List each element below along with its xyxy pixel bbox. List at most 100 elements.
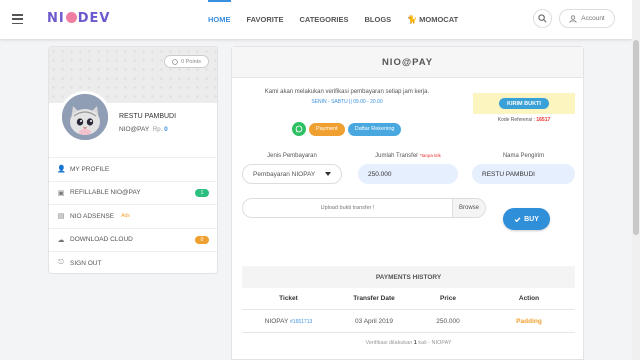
nav-label: HOME [208, 15, 231, 24]
menu-label: REFILLABLE NIO@PAY [70, 189, 141, 197]
jumlah-label: Jumlah Transfer *tanpa titik [348, 153, 468, 159]
main-nav: HOME FAVORITE CATEGORIES BLOGS 🐈 MOMOCAT [200, 0, 466, 39]
balance-value: 0 [164, 126, 168, 133]
avatar[interactable] [59, 91, 111, 143]
menu-label: MY PROFILE [70, 165, 110, 173]
search-button[interactable] [533, 9, 552, 28]
profile-card: 0 Points RESTU PAMBUDI NIO@PAY Rp. 0 👤 M… [48, 46, 218, 274]
buy-label: BUY [524, 215, 539, 223]
nav-home[interactable]: HOME [200, 0, 239, 39]
ticket-number[interactable]: #1651713 [290, 319, 312, 325]
whatsapp-icon [295, 125, 303, 133]
sign-out-icon: ⎋ [58, 259, 64, 267]
reference-label: Kode Referensi : [497, 117, 535, 123]
history-title: PAYMENTS HISTORY [242, 266, 575, 288]
reference-value: 16517 [536, 117, 551, 123]
points-label: 0 Points [181, 58, 201, 65]
menu-label: NIO ADSENSE [70, 212, 115, 220]
wallet-label: NIO@PAY [119, 126, 150, 133]
payment-button[interactable]: Payment [309, 122, 345, 136]
app-logo[interactable]: NI DEV [47, 11, 110, 26]
chevron-down-icon [325, 172, 331, 176]
jumlah-hint: *tanpa titik [419, 153, 441, 158]
jumlah-label-text: Jumlah Transfer [375, 153, 419, 159]
status-badge: Padding [516, 317, 542, 325]
nav-label: BLOGS [364, 15, 392, 24]
top-navbar: NI DEV HOME FAVORITE CATEGORIES BLOGS 🐈 MO… [0, 0, 632, 39]
note-text: Verifikasi dilakukan [365, 340, 413, 346]
page-scrollbar[interactable] [632, 0, 640, 360]
scrollbar-thumb[interactable] [633, 40, 639, 235]
menu-label: DOWNLOAD CLOUD [70, 236, 133, 244]
menu-my-profile[interactable]: 👤 MY PROFILE [49, 157, 217, 181]
col-price: Price [440, 295, 456, 302]
nav-label: MOMOCAT [419, 15, 459, 24]
nav-categories[interactable]: CATEGORIES [291, 0, 356, 39]
cat-avatar-icon [62, 94, 108, 140]
date-cell: 03 April 2019 [355, 317, 393, 325]
menu-refillable-niopay[interactable]: ▣ REFILLABLE NIO@PAY 1 [49, 180, 217, 205]
cloud-icon: ☁ [57, 236, 65, 244]
upload-placeholder: Upload bukti transfer ! [320, 205, 375, 211]
check-icon [514, 216, 521, 222]
history-header-row: Ticket Transfer Date Price Action [242, 288, 575, 310]
payment-type-select[interactable]: Pembayaran NIOPAY [242, 164, 342, 184]
jenis-label: Jenis Pembayaran [267, 153, 317, 159]
nav-label: CATEGORIES [299, 15, 349, 24]
note-count: 1 [413, 340, 417, 346]
panel-title: NIO@PAY [232, 47, 583, 78]
browse-button[interactable]: Browse [452, 199, 485, 217]
profile-name: RESTU PAMBUDI [119, 113, 177, 120]
kirim-bukti-button[interactable]: KIRIM BUKTI [499, 98, 549, 109]
table-row: NIOPAY #1651713 03 April 2019 250.000 Pa… [242, 310, 575, 333]
pengirim-label: Nama Pengirim [502, 153, 545, 159]
hamburger-menu-icon[interactable] [12, 14, 23, 24]
verification-info: Kami akan melakukan verifikasi pembayara… [264, 89, 430, 95]
menu-nio-adsense[interactable]: ▤ NIO ADSENSE Ads [49, 204, 217, 228]
adsense-icon: ▤ [57, 213, 65, 221]
ticket-name: NIOPAY [264, 317, 289, 325]
sender-name-input[interactable]: RESTU PAMBUDI [472, 164, 575, 184]
reference-code: Kode Referensi : 16517 [473, 117, 575, 123]
profile-balance: NIO@PAY Rp. 0 [119, 126, 168, 133]
currency-label: Rp. [152, 127, 163, 133]
col-transfer-date: Transfer Date [353, 295, 395, 302]
price-cell: 250.000 [436, 317, 460, 325]
verification-count-note: Verifikasi dilakukan 1 kali - NIOPAY [242, 333, 575, 353]
kirim-bukti-box: KIRIM BUKTI [473, 93, 575, 114]
count-badge: 1 [195, 188, 209, 197]
ticket-cell: NIOPAY #1651713 [242, 318, 335, 325]
count-badge: 0 [195, 235, 209, 244]
menu-label: SIGN OUT [70, 259, 102, 267]
profile-menu: 👤 MY PROFILE ▣ REFILLABLE NIO@PAY 1 ▤ NI… [49, 157, 217, 273]
col-ticket: Ticket [279, 295, 298, 302]
whatsapp-button[interactable] [292, 122, 306, 136]
refill-icon: ▣ [57, 189, 65, 197]
user-icon [569, 14, 577, 23]
working-hours: SENIN - SABTU || 09.00 - 20.00 [311, 99, 383, 105]
account-button[interactable]: Account [559, 9, 615, 28]
upload-proof-field[interactable]: Upload bukti transfer ! Browse [242, 198, 486, 218]
payments-history: PAYMENTS HISTORY Ticket Transfer Date Pr… [242, 266, 575, 353]
cat-icon: 🐈 [407, 15, 418, 24]
search-icon [538, 14, 547, 23]
note-text: kali - NIOPAY [418, 340, 452, 346]
menu-sign-out[interactable]: ⎋ SIGN OUT [49, 251, 217, 273]
coin-icon [172, 58, 178, 65]
niopay-panel: NIO@PAY Kami akan melakukan verifikasi p… [231, 46, 584, 360]
user-icon: 👤 [57, 166, 66, 174]
daftar-rekening-button[interactable]: Daftar Rekening [347, 122, 402, 136]
buy-button[interactable]: BUY [503, 208, 550, 230]
points-badge[interactable]: 0 Points [164, 55, 209, 68]
payment-type-value: Pembayaran NIOPAY [253, 170, 316, 178]
col-action: Action [518, 295, 540, 302]
nav-momocat[interactable]: 🐈 MOMOCAT [399, 0, 466, 39]
nav-label: FAVORITE [246, 15, 284, 24]
ads-tag: Ads [121, 213, 130, 220]
nav-blogs[interactable]: BLOGS [357, 0, 400, 39]
nav-favorite[interactable]: FAVORITE [239, 0, 292, 39]
transfer-amount-input[interactable]: 250.000 [358, 164, 458, 184]
payment-chips: Payment Daftar Rekening [292, 122, 402, 136]
account-label: Account [581, 15, 605, 22]
menu-download-cloud[interactable]: ☁ DOWNLOAD CLOUD 0 [49, 227, 217, 252]
